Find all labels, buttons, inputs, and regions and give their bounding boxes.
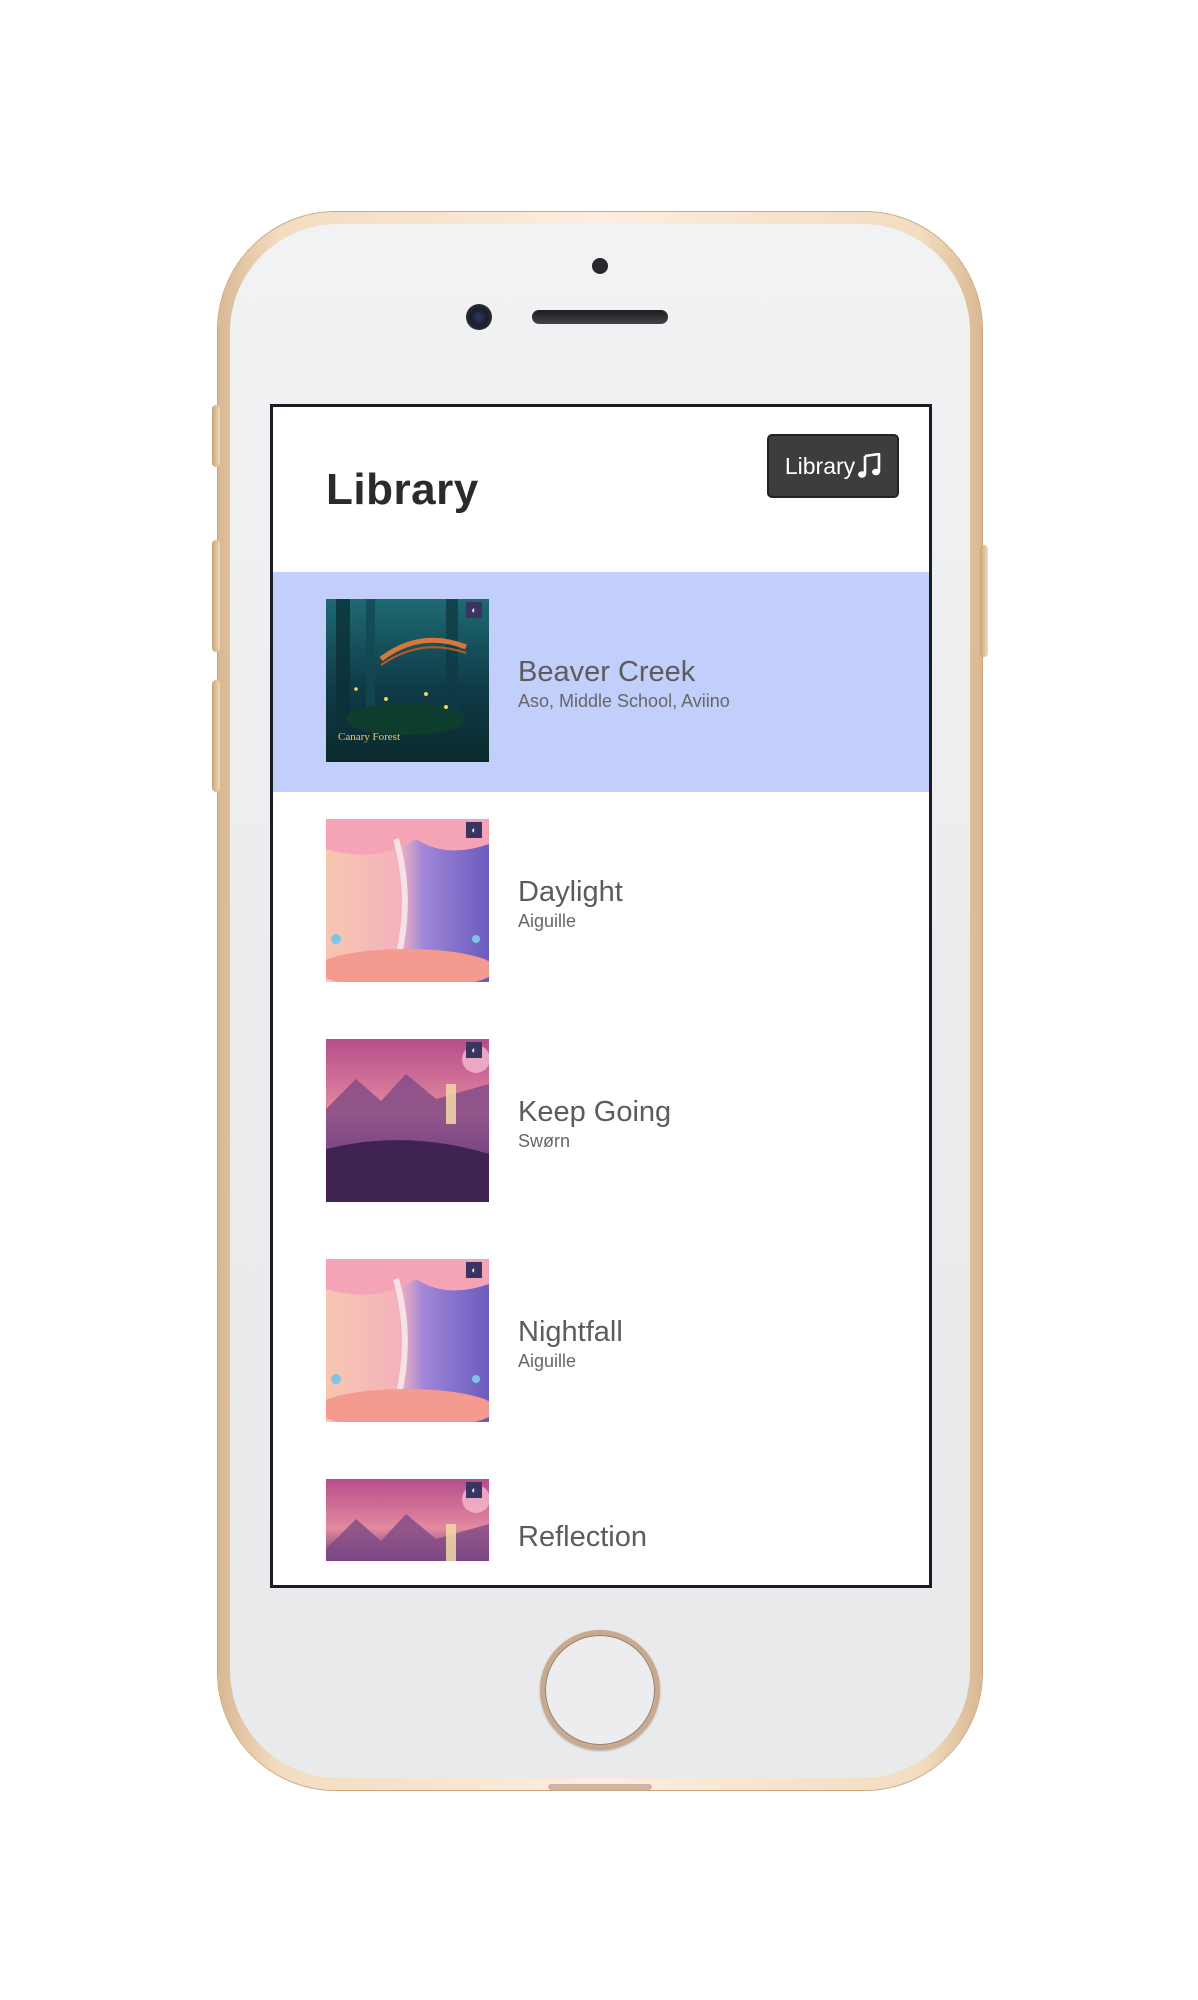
mute-switch <box>212 405 220 467</box>
track-row-nightfall[interactable]: ◐ Nightfall Aiguille <box>273 1232 929 1452</box>
label-badge-icon: ◐ <box>466 1262 482 1278</box>
label-badge-icon: ◐ <box>466 1482 482 1498</box>
app-screen: Library Library ◐ Canary Forest Beaver C… <box>270 404 932 1588</box>
label-badge-icon: ◐ <box>466 1042 482 1058</box>
track-title: Beaver Creek <box>518 656 696 688</box>
front-camera-icon <box>466 304 492 330</box>
album-cover: ◐ <box>326 1259 489 1422</box>
header: Library Library <box>273 407 929 572</box>
track-info: Keep Going Swørn <box>518 1095 671 1152</box>
track-info: Daylight Aiguille <box>518 875 623 932</box>
track-list: ◐ Canary Forest Beaver Creek Aso, Middle… <box>273 572 929 1572</box>
library-button[interactable]: Library <box>767 434 899 498</box>
bottom-edge <box>548 1784 652 1790</box>
track-info: Beaver Creek Aso, Middle School, Aviino <box>518 655 730 712</box>
track-info: Nightfall Aiguille <box>518 1315 623 1372</box>
track-title: Daylight <box>518 876 623 908</box>
track-info: Reflection <box>518 1520 647 1554</box>
track-artist: Aiguille <box>518 1351 577 1371</box>
track-title: Nightfall <box>518 1316 623 1348</box>
volume-down-button <box>212 680 220 792</box>
track-title: Reflection <box>518 1521 647 1553</box>
page-title: Library <box>326 465 479 514</box>
track-row-daylight[interactable]: ◐ Daylight Aiguille <box>273 792 929 1012</box>
album-cover: ◐ <box>326 1039 489 1202</box>
home-button[interactable] <box>540 1630 660 1750</box>
track-artist: Swørn <box>518 1131 571 1151</box>
album-cover-text: Canary Forest <box>338 731 401 743</box>
earpiece-speaker <box>532 310 668 324</box>
album-cover: ◐ <box>326 1479 489 1561</box>
album-cover: ◐ <box>326 819 489 982</box>
music-note-icon <box>857 452 881 479</box>
album-cover: ◐ Canary Forest <box>326 599 489 762</box>
library-button-label: Library <box>784 452 856 479</box>
proximity-sensor <box>592 258 608 274</box>
track-artist: Aiguille <box>518 911 577 931</box>
volume-up-button <box>212 540 220 652</box>
track-row-reflection[interactable]: ◐ Reflection <box>273 1452 929 1572</box>
label-badge-icon: ◐ <box>466 822 482 838</box>
track-row-beaver-creek[interactable]: ◐ Canary Forest Beaver Creek Aso, Middle… <box>273 572 929 792</box>
power-button <box>980 545 988 657</box>
label-badge-icon: ◐ <box>466 602 482 618</box>
track-title: Keep Going <box>518 1096 672 1128</box>
track-row-keep-going[interactable]: ◐ Keep Going Swørn <box>273 1012 929 1232</box>
track-artist: Aso, Middle School, Aviino <box>518 691 730 711</box>
